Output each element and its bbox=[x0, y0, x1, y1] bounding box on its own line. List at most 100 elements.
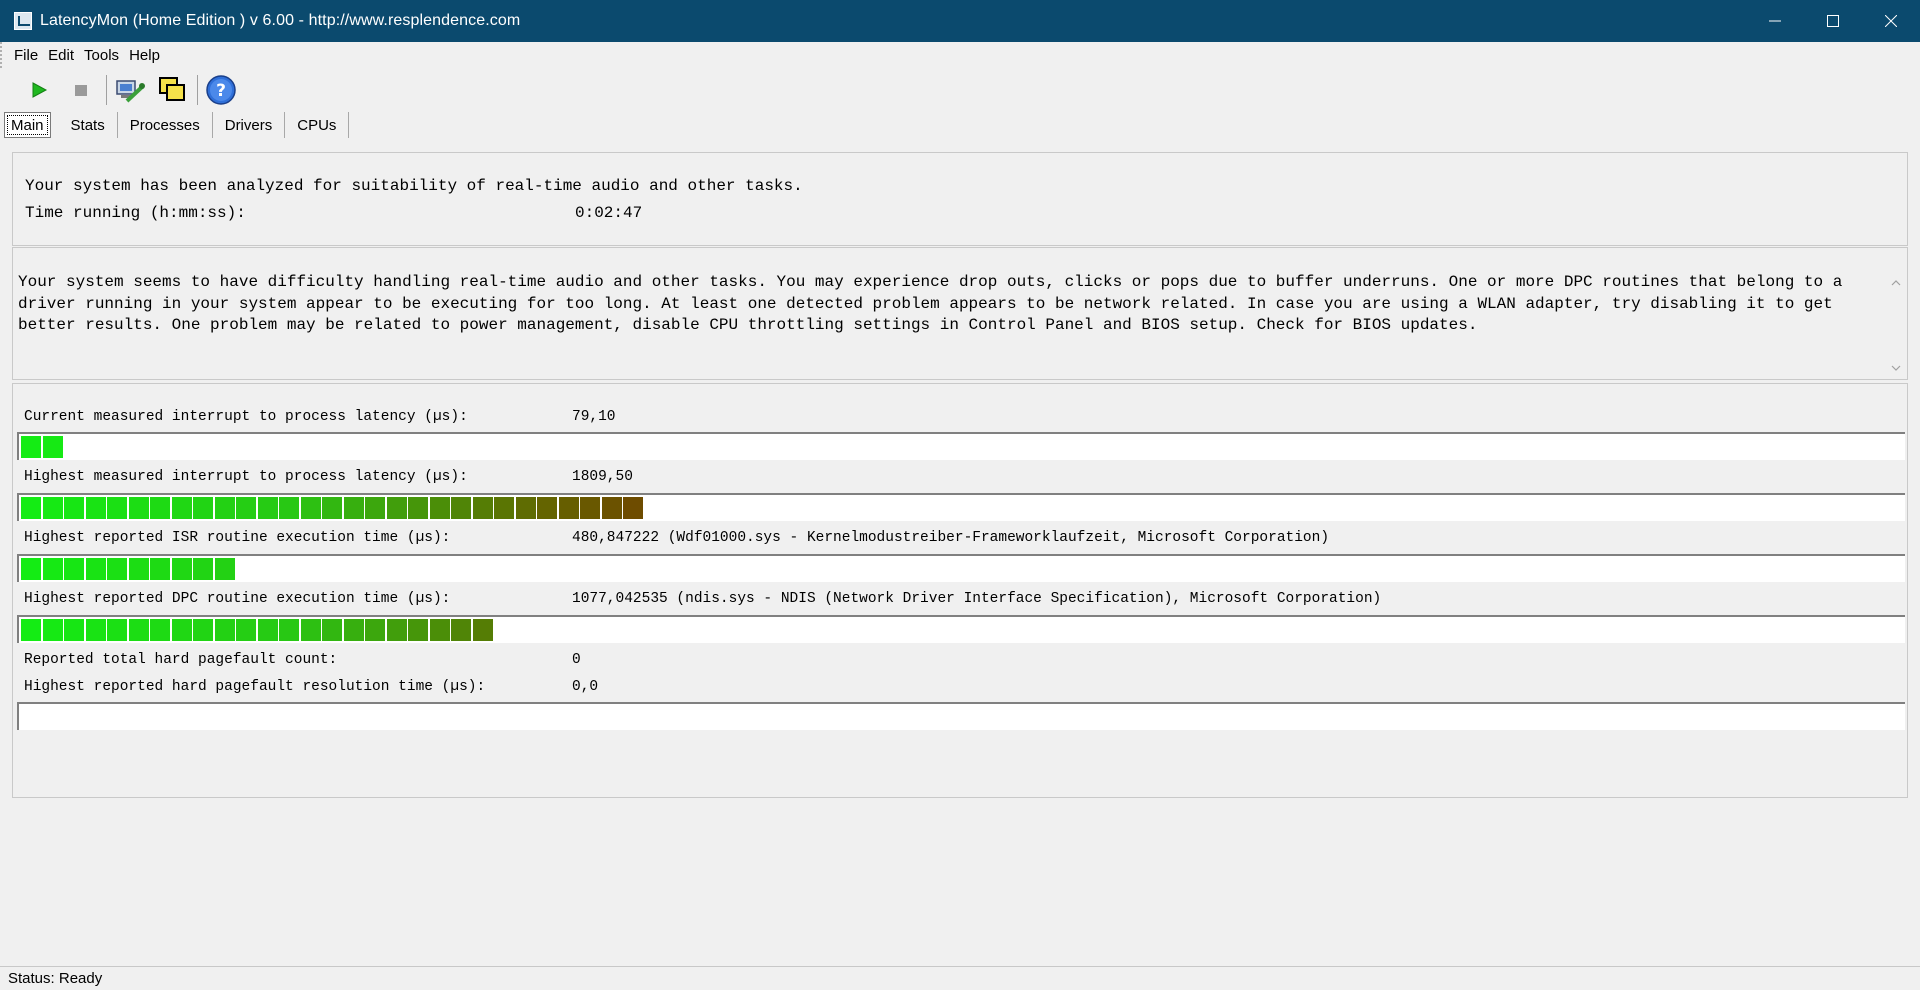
bar-segment bbox=[322, 497, 342, 519]
highest-latency-bar-fill bbox=[21, 497, 645, 519]
bar-segment bbox=[558, 497, 579, 519]
bar-segment bbox=[472, 619, 493, 641]
tab-drivers[interactable]: Drivers bbox=[213, 112, 286, 138]
maximize-icon bbox=[1827, 15, 1839, 27]
tab-main[interactable]: Main bbox=[4, 112, 51, 138]
isr-time-bar bbox=[17, 554, 1905, 582]
current-latency-value: 79,10 bbox=[572, 409, 616, 425]
close-button[interactable] bbox=[1862, 0, 1920, 42]
menu-bar: File Edit Tools Help bbox=[0, 42, 1920, 68]
help-button[interactable]: ? bbox=[204, 73, 238, 107]
bar-segment bbox=[21, 619, 41, 641]
bar-segment bbox=[236, 497, 256, 519]
pagefault-count-label: Reported total hard pagefault count: bbox=[24, 652, 338, 668]
tab-processes[interactable]: Processes bbox=[118, 112, 213, 138]
tab-strip: Main Stats Processes Drivers CPUs bbox=[4, 110, 350, 138]
menu-help[interactable]: Help bbox=[129, 47, 160, 64]
bar-segment bbox=[150, 619, 170, 641]
computer-tools-button[interactable] bbox=[113, 73, 147, 107]
bar-segment bbox=[257, 497, 278, 519]
help-icon: ? bbox=[206, 75, 236, 105]
bar-segment bbox=[150, 558, 170, 580]
title-bar: LatencyMon (Home Edition ) v 6.00 - http… bbox=[0, 0, 1920, 42]
bar-segment bbox=[365, 619, 385, 641]
bar-segment bbox=[257, 619, 278, 641]
bar-segment bbox=[214, 497, 235, 519]
app-icon bbox=[14, 12, 32, 30]
highest-latency-label: Highest measured interrupt to process la… bbox=[24, 469, 468, 485]
pagefault-time-value: 0,0 bbox=[572, 679, 599, 695]
analysis-message: Your system has been analyzed for suitab… bbox=[25, 177, 803, 195]
bar-segment bbox=[408, 497, 428, 519]
bar-segment bbox=[171, 558, 192, 580]
start-button[interactable] bbox=[22, 73, 56, 107]
tab-stats[interactable]: Stats bbox=[59, 112, 118, 138]
close-icon bbox=[1885, 15, 1897, 27]
pagefault-time-label: Highest reported hard pagefault resoluti… bbox=[24, 679, 486, 695]
isr-time-label: Highest reported ISR routine execution t… bbox=[24, 530, 451, 546]
advice-panel: Your system seems to have difficulty han… bbox=[12, 247, 1908, 380]
bar-segment bbox=[21, 558, 41, 580]
dpc-time-bar-fill bbox=[21, 619, 494, 641]
window-title: LatencyMon (Home Edition ) v 6.00 - http… bbox=[40, 12, 521, 29]
start-icon bbox=[32, 82, 48, 98]
windows-button[interactable] bbox=[155, 73, 189, 107]
bar-segment bbox=[42, 619, 63, 641]
bar-segment bbox=[300, 619, 321, 641]
bar-segment bbox=[322, 619, 342, 641]
dpc-time-label: Highest reported DPC routine execution t… bbox=[24, 591, 451, 607]
bar-segment bbox=[279, 619, 299, 641]
bar-segment bbox=[515, 497, 536, 519]
bar-segment bbox=[171, 619, 192, 641]
bar-segment bbox=[236, 619, 256, 641]
bar-segment bbox=[343, 619, 364, 641]
scroll-up-icon[interactable] bbox=[1891, 278, 1901, 288]
bar-segment bbox=[214, 619, 235, 641]
current-latency-label: Current measured interrupt to process la… bbox=[24, 409, 468, 425]
highest-latency-bar bbox=[17, 493, 1905, 521]
bar-segment bbox=[343, 497, 364, 519]
time-running-value: 0:02:47 bbox=[575, 204, 643, 222]
bar-segment bbox=[128, 619, 149, 641]
bar-segment bbox=[85, 619, 106, 641]
menu-tools[interactable]: Tools bbox=[84, 47, 119, 64]
stop-button[interactable] bbox=[64, 73, 98, 107]
bar-segment bbox=[64, 619, 84, 641]
bar-segment bbox=[193, 497, 213, 519]
metrics-panel: Current measured interrupt to process la… bbox=[12, 383, 1908, 798]
status-text: Status: Ready bbox=[8, 970, 103, 987]
menu-edit[interactable]: Edit bbox=[48, 47, 74, 64]
minimize-icon bbox=[1769, 20, 1781, 22]
bar-segment bbox=[107, 619, 127, 641]
bar-segment bbox=[128, 558, 149, 580]
bar-segment bbox=[537, 497, 557, 519]
highest-latency-value: 1809,50 bbox=[572, 469, 633, 485]
current-latency-bar-fill bbox=[21, 436, 64, 458]
pagefault-time-bar bbox=[17, 702, 1905, 730]
maximize-button[interactable] bbox=[1804, 0, 1862, 42]
current-latency-bar bbox=[17, 432, 1905, 460]
bar-segment bbox=[42, 558, 63, 580]
bar-segment bbox=[64, 497, 84, 519]
bar-segment bbox=[300, 497, 321, 519]
bar-segment bbox=[365, 497, 385, 519]
minimize-button[interactable] bbox=[1746, 0, 1804, 42]
bar-segment bbox=[623, 497, 643, 519]
bar-segment bbox=[107, 497, 127, 519]
bar-segment bbox=[150, 497, 170, 519]
bar-segment bbox=[128, 497, 149, 519]
isr-time-value: 480,847222 (Wdf01000.sys - Kernelmodustr… bbox=[572, 530, 1330, 546]
scroll-down-icon[interactable] bbox=[1891, 363, 1901, 373]
bar-segment bbox=[386, 619, 407, 641]
tab-cpus[interactable]: CPUs bbox=[285, 112, 350, 138]
svg-text:?: ? bbox=[216, 81, 226, 101]
bar-segment bbox=[601, 497, 622, 519]
summary-panel: Your system has been analyzed for suitab… bbox=[12, 152, 1908, 246]
toolbar-separator bbox=[197, 75, 198, 105]
pagefault-count-value: 0 bbox=[572, 652, 581, 668]
bar-segment bbox=[386, 497, 407, 519]
bar-segment bbox=[494, 497, 514, 519]
toolbar: ? bbox=[0, 72, 1920, 108]
menu-file[interactable]: File bbox=[14, 47, 38, 64]
dpc-time-value: 1077,042535 (ndis.sys - NDIS (Network Dr… bbox=[572, 591, 1382, 607]
